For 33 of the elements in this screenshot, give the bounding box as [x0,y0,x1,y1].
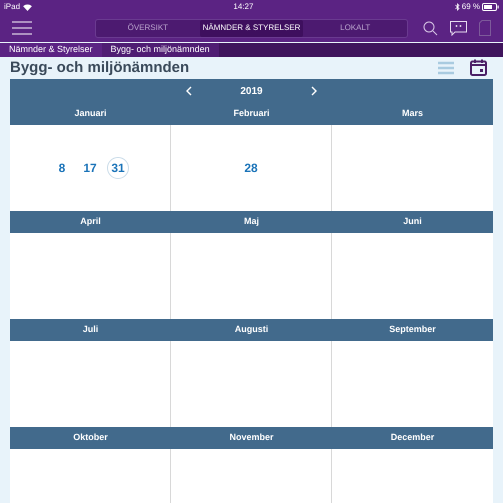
month-heading: Augusti [234,323,268,336]
battery-level: 69 % [462,1,480,13]
meeting-date[interactable]: 31 [107,157,129,179]
meeting-date[interactable]: 28 [240,157,262,179]
menu-icon[interactable] [12,21,32,35]
month-heading: Februari [233,107,270,120]
nav-tab[interactable]: LOKALT [303,20,408,36]
search-icon[interactable] [423,20,438,36]
wifi-icon [23,4,32,10]
meeting-date[interactable]: 17 [79,157,101,179]
month-heading: Oktober [73,431,108,444]
chat-icon[interactable] [450,20,467,36]
nav-tab[interactable]: NÄMNDER & STYRELSER [200,20,304,36]
breadcrumb-link[interactable]: Bygg- och miljönämnden [102,43,219,56]
month-heading: Juni [403,215,422,228]
month-heading: Januari [74,107,106,120]
clock: 14:27 [233,1,254,13]
calendar-view-icon[interactable] [470,59,487,76]
breadcrumb-link[interactable]: Nämnder & Styrelser [0,43,102,56]
month-heading: November [229,431,274,444]
month-heading: April [80,215,101,228]
month-heading: December [390,431,434,444]
page-title: Bygg- och miljönämnden [10,58,190,78]
battery-icon [482,3,499,11]
nav-tab[interactable]: ÖVERSIKT [96,20,200,36]
month-heading: Mars [402,107,423,120]
device-name: iPad [4,1,20,13]
meeting-date[interactable]: 8 [51,157,73,179]
month-heading: Maj [244,215,259,228]
bluetooth-icon [454,3,460,11]
month-heading: Juli [82,323,98,336]
month-heading: September [389,323,436,336]
year-label: 2019 [240,84,263,98]
